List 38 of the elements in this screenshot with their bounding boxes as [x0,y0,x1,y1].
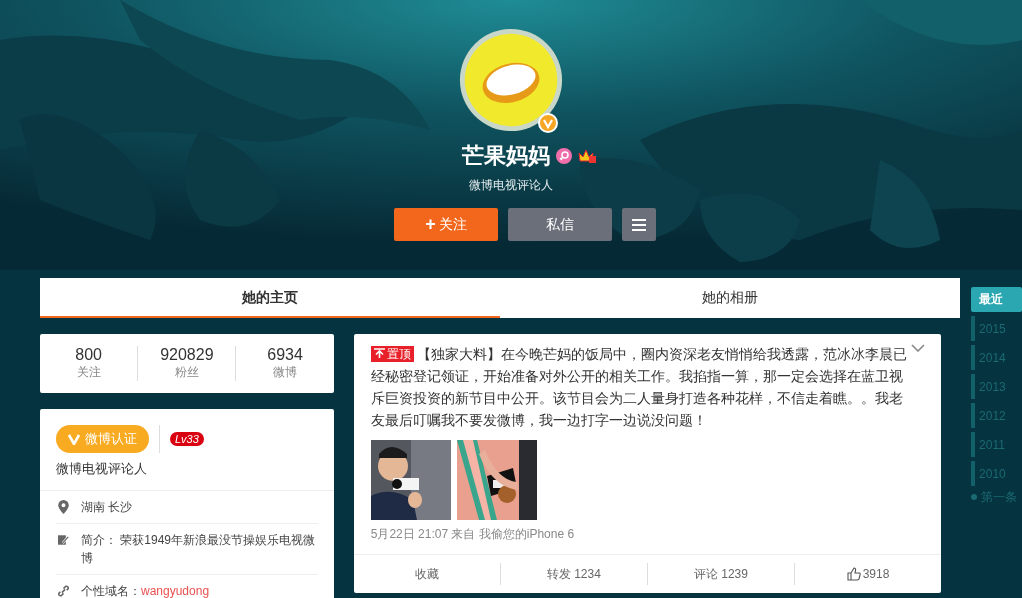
verified-badge[interactable]: 微博认证 [56,425,149,453]
menu-icon [632,218,646,231]
post-meta: 5月22日 21:07 来自 我偷您的iPhone 6 [370,526,576,543]
crown-icon [578,148,596,164]
like-button[interactable]: 3918 [794,563,942,585]
avatar[interactable] [458,27,564,133]
location-icon [58,500,69,514]
timeline-item[interactable]: 最近 [971,287,1022,312]
post-text: 置顶 【独家大料】在今晚芒妈的饭局中，圈内资深老友悄悄给我透露，范冰冰李晨已经秘密登记领证，开始准备对外公开的相关工作。我掐指一算，那一定会选择在蓝卫视斥巨资投资的新节目中公开。该节目会为二人量身打造各种花样，不信走着瞧。。我老友最后叮嘱我不要发微博，我一边打字一边说没问题！ [370,344,909,430]
domain-link[interactable]: wangyudong [141,584,210,598]
repost-button[interactable]: 转发 1234 [499,563,647,585]
thumbs-up-icon [846,567,861,581]
chevron-down-icon[interactable] [911,344,926,352]
profile-subtitle: 微博电视评论人 [469,177,553,194]
tab[interactable]: 她的相册 [500,278,960,318]
message-button[interactable]: 私信 [508,208,612,241]
profile-name: 芒果妈妈 [462,142,550,170]
edit-icon [58,533,69,547]
stat-label: 粉丝 [174,364,199,381]
description: 微博电视评论人 [40,453,334,491]
stat-value[interactable]: 920829 [160,346,214,364]
level-badge: Lv33 [170,432,204,446]
favorite-button[interactable]: 收藏 [353,563,500,585]
pinned-tag: 置顶 [370,345,414,362]
tab[interactable]: 她的主页 [40,278,500,318]
menu-button[interactable] [622,208,656,241]
female-icon [556,148,572,164]
stat-value[interactable]: 800 [75,346,102,364]
link-icon [58,584,69,598]
pin-icon [373,348,385,359]
location-text: 湖南 长沙 [81,499,134,516]
stat-label: 关注 [76,364,101,381]
follow-button[interactable]: + 关注 [394,208,498,241]
stat-label: 微博 [273,364,298,381]
comment-button[interactable]: 评论 1239 [646,563,794,585]
domain-label: 个性域名： [81,584,141,598]
bio-text: 简介： 荣获1949年新浪最没节操娱乐电视微博 [81,532,317,567]
stat-value[interactable]: 6934 [267,346,303,364]
